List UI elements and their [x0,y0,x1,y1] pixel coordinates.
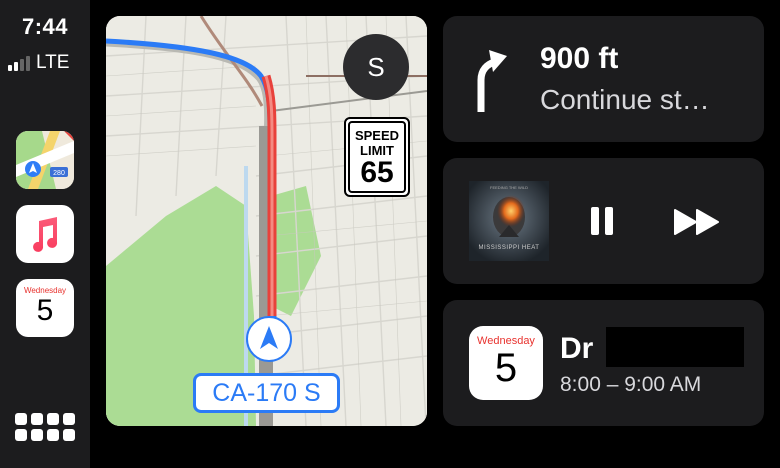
user-initial: S [367,52,385,82]
calendar-app-day: 5 [36,294,54,327]
navigation-card[interactable]: 900 ft Continue st… [443,16,764,142]
carplay-sidebar: 7:44 LTE 280 Wednesday 5 [0,0,90,468]
turn-arrow-icon [477,50,507,112]
user-avatar[interactable]: S [343,34,409,100]
album-cover-title: MISSISSIPPI HEAT [478,245,540,251]
network-type: LTE [36,52,70,73]
status-time: 7:44 [21,14,69,39]
fast-forward-icon[interactable] [673,209,721,235]
map-view[interactable]: S SPEED LIMIT 65 CA-170 S [106,16,427,426]
svg-text:280: 280 [53,170,65,177]
redacted-block [606,327,744,367]
album-artwork[interactable]: FEEDING THE WILD MISSISSIPPI HEAT [469,181,549,261]
pause-icon[interactable] [591,207,615,235]
event-title: Dr [560,332,594,365]
calendar-event-card[interactable]: Wednesday 5 Dr 8:00 – 9:00 AM [443,300,764,426]
now-playing-card[interactable]: FEEDING THE WILD MISSISSIPPI HEAT [443,158,764,284]
speed-limit-label: SPEED LIMIT [354,128,400,158]
road-name-label: CA-170 S [193,373,340,413]
speed-limit-sign: SPEED LIMIT 65 [344,117,410,197]
calendar-icon: Wednesday 5 [469,326,543,400]
cellular-status: LTE [8,52,69,74]
app-grid-icon[interactable] [15,413,75,445]
maps-app-icon[interactable]: 280 [16,131,74,189]
maneuver-distance: 900 ft [540,42,619,75]
signal-bars-icon [8,55,30,71]
speed-limit-value: 65 [360,156,394,189]
maneuver-instruction: Continue st… [540,84,710,115]
calendar-app-icon[interactable]: Wednesday 5 [16,279,74,337]
album-cover-top-text: FEEDING THE WILD [490,185,528,190]
event-day: 5 [494,346,518,390]
music-note-icon [33,217,58,252]
event-time: 8:00 – 9:00 AM [560,373,702,396]
music-app-icon[interactable] [16,205,74,263]
